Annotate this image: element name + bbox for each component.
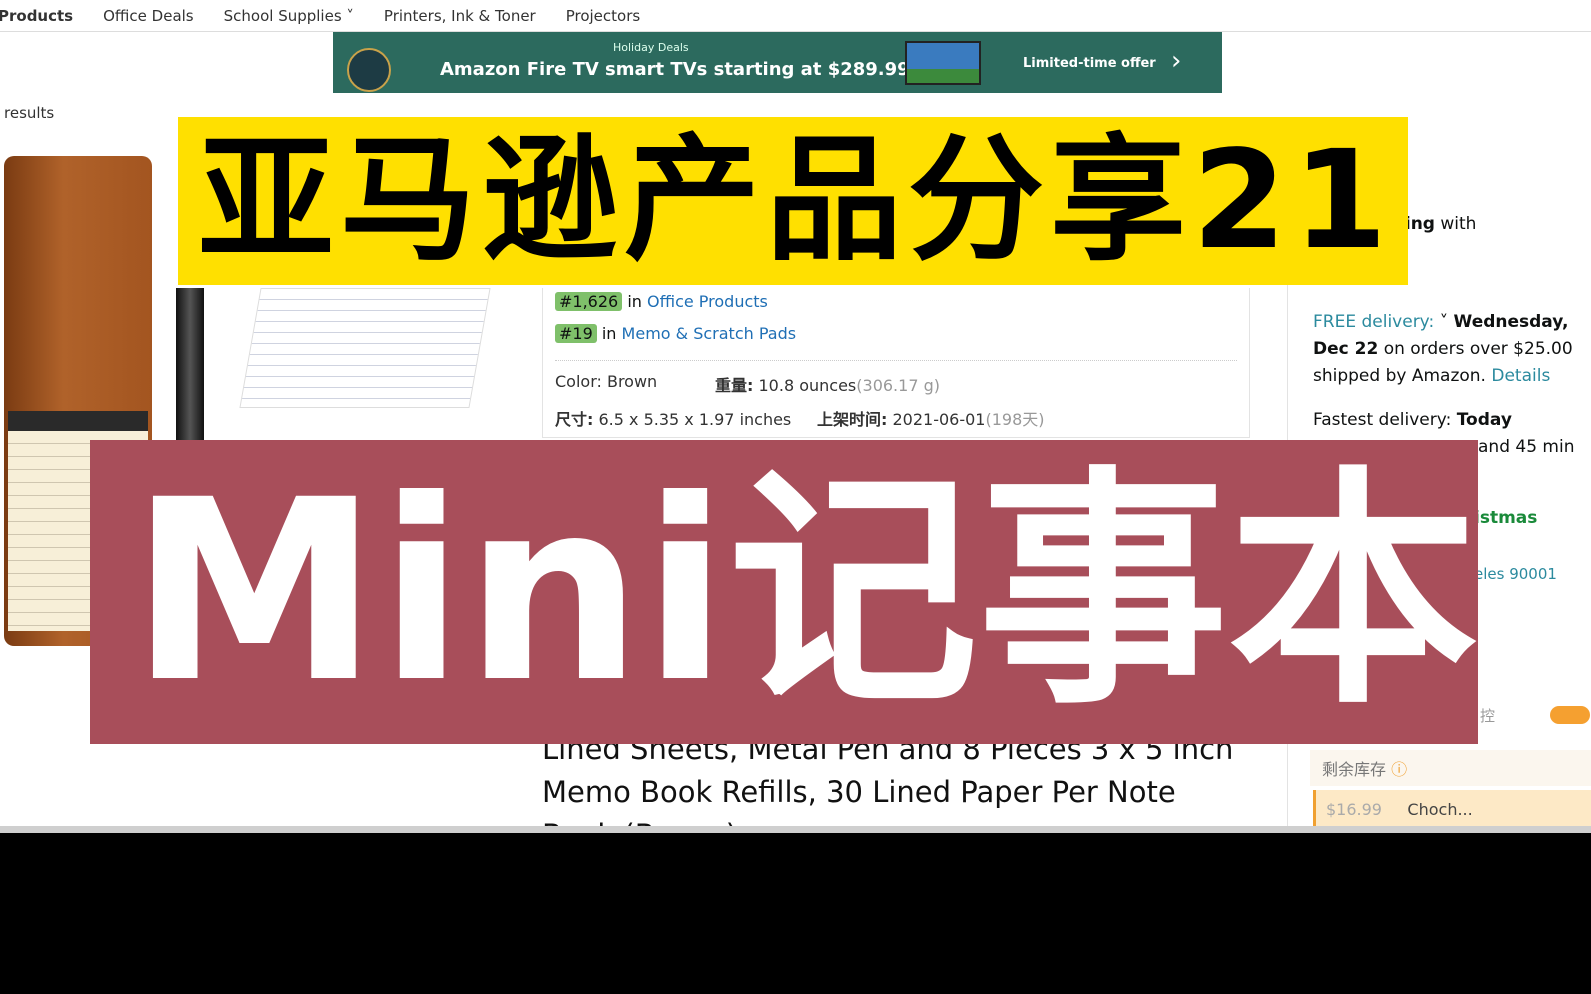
horizontal-scrollbar[interactable]	[0, 826, 1591, 833]
nav-item-projectors[interactable]: Projectors	[566, 7, 640, 25]
weight-spec: 重量: 10.8 ounces(306.17 g)	[715, 376, 940, 395]
nav-item-office-deals[interactable]: Office Deals	[103, 7, 194, 25]
christmas-note: istmas	[1474, 508, 1538, 528]
category-link[interactable]: Office Products	[647, 292, 768, 311]
overlay-main-title: Mini记事本	[90, 440, 1478, 744]
divider	[555, 360, 1237, 361]
title-line: Memo Book Refills, 30 Lined Paper Per No…	[542, 775, 1176, 809]
overlay-top-title: 亚马逊产品分享21	[178, 117, 1408, 285]
ornament-icon	[347, 48, 391, 92]
product-image-pen	[176, 288, 204, 448]
delivery-date: Dec 22 on orders over $25.00	[1313, 339, 1573, 359]
rank-office: #1,626 in Office Products	[555, 292, 768, 311]
monitor-label: 控	[1480, 707, 1496, 725]
banner-offer: Limited-time offer	[1023, 56, 1156, 71]
product-image-refills	[239, 288, 491, 408]
seller-name: Choch...	[1407, 800, 1473, 819]
nav-item-school-supplies[interactable]: School Supplies ˅	[224, 7, 354, 25]
fastest-delivery: Fastest delivery: Today	[1313, 410, 1512, 430]
price: $16.99	[1326, 800, 1382, 819]
category-link[interactable]: Memo & Scratch Pads	[622, 324, 797, 343]
countdown: and 45 min	[1478, 437, 1575, 457]
results-label: results	[4, 104, 55, 122]
rank-in: in	[627, 292, 642, 311]
rank-in: in	[601, 324, 617, 343]
tv-image	[905, 41, 981, 85]
listed-date-spec: 上架时间: 2021-06-01(198天)	[817, 410, 1045, 429]
help-icon[interactable]: ⓘ	[1391, 760, 1407, 779]
category-nav: Products Office Deals School Supplies ˅ …	[0, 0, 1591, 32]
details-link[interactable]: Details	[1491, 366, 1550, 386]
chevron-right-icon[interactable]: ›	[1171, 46, 1181, 76]
seller-row[interactable]: $16.99 Choch...	[1313, 790, 1591, 826]
stock-row: 剩余库存 ⓘ	[1310, 750, 1591, 786]
rank-badge: #1,626	[555, 292, 623, 311]
free-delivery-link[interactable]: FREE delivery:	[1313, 312, 1434, 332]
size-spec: 尺寸: 6.5 x 5.35 x 1.97 inches	[555, 410, 792, 429]
monitor-toggle[interactable]	[1550, 706, 1590, 724]
banner-headline: Amazon Fire TV smart TVs starting at $28…	[440, 59, 910, 80]
rank-badge: #19	[555, 324, 597, 343]
nav-item-products[interactable]: Products	[0, 7, 73, 25]
location-link[interactable]: eles 90001	[1474, 560, 1557, 588]
banner-subtitle: Holiday Deals	[613, 41, 689, 54]
rank-memo: #19 in Memo & Scratch Pads	[555, 324, 796, 343]
color-spec: Color: Brown	[555, 372, 658, 391]
product-info-panel: #1,626 in Office Products #19 in Memo & …	[542, 288, 1250, 438]
nav-item-printers[interactable]: Printers, Ink & Toner	[384, 7, 536, 25]
delivery-line: FREE delivery: ˅ Wednesday,	[1313, 312, 1569, 332]
holiday-deals-banner[interactable]: Holiday Deals Amazon Fire TV smart TVs s…	[333, 32, 1222, 93]
shipped-by: shipped by Amazon. Details	[1313, 366, 1551, 386]
